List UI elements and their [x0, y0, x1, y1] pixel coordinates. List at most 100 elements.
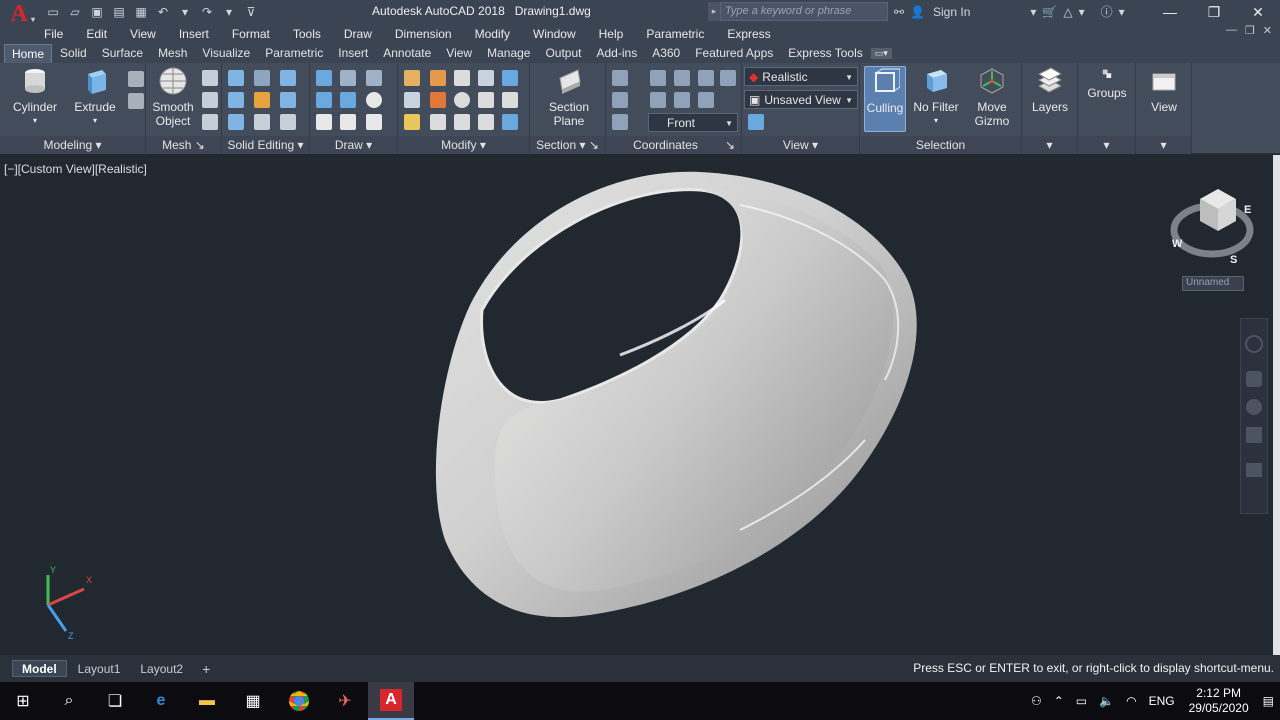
- tab-model[interactable]: Model: [12, 660, 67, 677]
- search-expand-icon[interactable]: ▸: [708, 2, 720, 21]
- maximize-icon[interactable]: ❐: [1192, 0, 1236, 24]
- ucs-face-icon[interactable]: [698, 70, 714, 86]
- ucs-y-icon[interactable]: [674, 92, 690, 108]
- tab-view[interactable]: View: [439, 44, 479, 62]
- undo-icon[interactable]: ↶: [154, 3, 172, 20]
- tab-a360[interactable]: A360: [645, 44, 687, 62]
- named-view-dropdown[interactable]: ▣ Unsaved View ▼: [744, 90, 858, 109]
- panel-modeling-label[interactable]: Modeling ▾: [0, 138, 145, 152]
- section-plane-button[interactable]: Section Plane: [544, 66, 594, 128]
- subtract-icon[interactable]: [228, 92, 244, 108]
- viewcube[interactable]: W E S: [1166, 185, 1256, 270]
- ucs-view-dropdown[interactable]: Front ▼: [648, 113, 738, 132]
- tab-solid[interactable]: Solid: [53, 44, 94, 62]
- pan-icon[interactable]: [1246, 371, 1262, 387]
- open-file-icon[interactable]: ▱: [66, 3, 84, 20]
- windows-start-icon[interactable]: ⊞: [0, 682, 46, 720]
- plot-icon[interactable]: ▦: [132, 3, 150, 20]
- menu-help[interactable]: Help: [599, 27, 624, 41]
- save-as-icon[interactable]: ▤: [110, 3, 128, 20]
- rotate-icon[interactable]: [454, 92, 470, 108]
- tab-express-tools[interactable]: Express Tools: [781, 44, 869, 62]
- thicken-icon[interactable]: [254, 114, 270, 130]
- clock[interactable]: 2:12 PM 29/05/2020: [1189, 686, 1249, 716]
- save-icon[interactable]: ▣: [88, 3, 106, 20]
- menu-parametric[interactable]: Parametric: [646, 27, 704, 41]
- polygon-icon[interactable]: [316, 114, 332, 130]
- search-input[interactable]: Type a keyword or phrase: [720, 2, 888, 21]
- ucs-icon[interactable]: [612, 70, 628, 86]
- vertical-scrollbar[interactable]: [1273, 155, 1280, 655]
- view-expand-icon[interactable]: ▾: [1136, 138, 1191, 152]
- ribbon-toggle-icon[interactable]: ▭▾: [870, 47, 892, 59]
- user-icon[interactable]: 👤: [910, 5, 925, 19]
- move-gizmo-button[interactable]: Move Gizmo: [968, 66, 1016, 128]
- drawing-restore-icon[interactable]: ❐: [1245, 24, 1255, 37]
- people-icon[interactable]: ⚇: [1031, 694, 1042, 708]
- new-file-icon[interactable]: ▭: [44, 3, 62, 20]
- fillet-icon[interactable]: [502, 92, 518, 108]
- smooth-object-button[interactable]: Smooth Object: [150, 66, 196, 128]
- polysolid-icon[interactable]: [340, 70, 356, 86]
- 3d-align-icon[interactable]: [430, 114, 446, 130]
- tab-annotate[interactable]: Annotate: [376, 44, 438, 62]
- ucs-menu-dropdown[interactable]: Unnamed: [1182, 276, 1244, 291]
- cart-icon[interactable]: 🛒: [1042, 5, 1057, 19]
- 3d-move-icon[interactable]: [430, 70, 446, 86]
- offset-icon[interactable]: [502, 70, 518, 86]
- rectangular-array-icon[interactable]: [502, 114, 518, 130]
- extrude-button[interactable]: Extrude ▾: [70, 66, 120, 128]
- panel-modify-label[interactable]: Modify ▾: [398, 138, 529, 152]
- taskbar-search-icon[interactable]: ⌕: [46, 682, 92, 720]
- move-icon[interactable]: [454, 70, 470, 86]
- panel-draw-label[interactable]: Draw ▾: [310, 138, 397, 152]
- extrude-faces-icon[interactable]: [280, 92, 296, 108]
- language-indicator[interactable]: ENG: [1149, 694, 1175, 708]
- tab-output[interactable]: Output: [538, 44, 588, 62]
- wifi-icon[interactable]: ◠: [1126, 694, 1136, 708]
- mesh-refine-icon[interactable]: [202, 114, 218, 130]
- no-filter-button[interactable]: No Filter ▾: [912, 66, 960, 128]
- chrome-icon[interactable]: [276, 682, 322, 720]
- spline-icon[interactable]: [316, 92, 332, 108]
- notifications-icon[interactable]: ▤: [1263, 694, 1274, 708]
- ucs-world-icon[interactable]: [650, 70, 666, 86]
- polyline-icon[interactable]: [316, 70, 332, 86]
- volume-icon[interactable]: 🔈: [1099, 694, 1114, 708]
- smooth-mesh-icon[interactable]: [128, 93, 144, 109]
- viewport-config-icon[interactable]: [748, 114, 764, 130]
- tray-expand-icon[interactable]: ⌃: [1054, 694, 1064, 708]
- a360-icon[interactable]: △: [1063, 5, 1072, 19]
- ucs-x-icon[interactable]: [674, 70, 690, 86]
- sign-in-button[interactable]: Sign In: [933, 5, 970, 19]
- groups-button[interactable]: Groups: [1084, 66, 1130, 100]
- app-icon[interactable]: ✈: [322, 682, 368, 720]
- steering-wheel-icon[interactable]: [1245, 335, 1263, 353]
- panel-section-label[interactable]: Section ▾ ↘: [530, 138, 605, 152]
- tab-add-ins[interactable]: Add-ins: [590, 44, 645, 62]
- menu-format[interactable]: Format: [232, 27, 270, 41]
- circle-icon[interactable]: [366, 92, 382, 108]
- menu-express[interactable]: Express: [727, 27, 770, 41]
- visual-style-dropdown[interactable]: ◆ Realistic ▼: [744, 67, 858, 86]
- menu-edit[interactable]: Edit: [86, 27, 107, 41]
- drawing-minimize-icon[interactable]: —: [1226, 24, 1237, 37]
- extract-edges-icon[interactable]: [280, 70, 296, 86]
- menu-modify[interactable]: Modify: [475, 27, 510, 41]
- arc-icon[interactable]: [366, 70, 382, 86]
- tab-visualize[interactable]: Visualize: [195, 44, 257, 62]
- showmotion-icon[interactable]: [1246, 463, 1262, 477]
- rectangle-icon[interactable]: [340, 114, 356, 130]
- array-icon[interactable]: [478, 70, 494, 86]
- redo-icon[interactable]: ↷: [198, 3, 216, 20]
- layers-expand-icon[interactable]: ▾: [1022, 138, 1077, 152]
- menu-insert[interactable]: Insert: [179, 27, 209, 41]
- mesh-smooth-more-icon[interactable]: [202, 70, 218, 86]
- mirror-icon[interactable]: [478, 114, 494, 130]
- add-layout-button[interactable]: +: [202, 661, 210, 677]
- menu-draw[interactable]: Draw: [344, 27, 372, 41]
- file-explorer-icon[interactable]: ▬: [184, 682, 230, 720]
- erase-icon[interactable]: [404, 114, 420, 130]
- tab-layout2[interactable]: Layout2: [131, 660, 192, 677]
- battery-icon[interactable]: ▭: [1076, 694, 1087, 708]
